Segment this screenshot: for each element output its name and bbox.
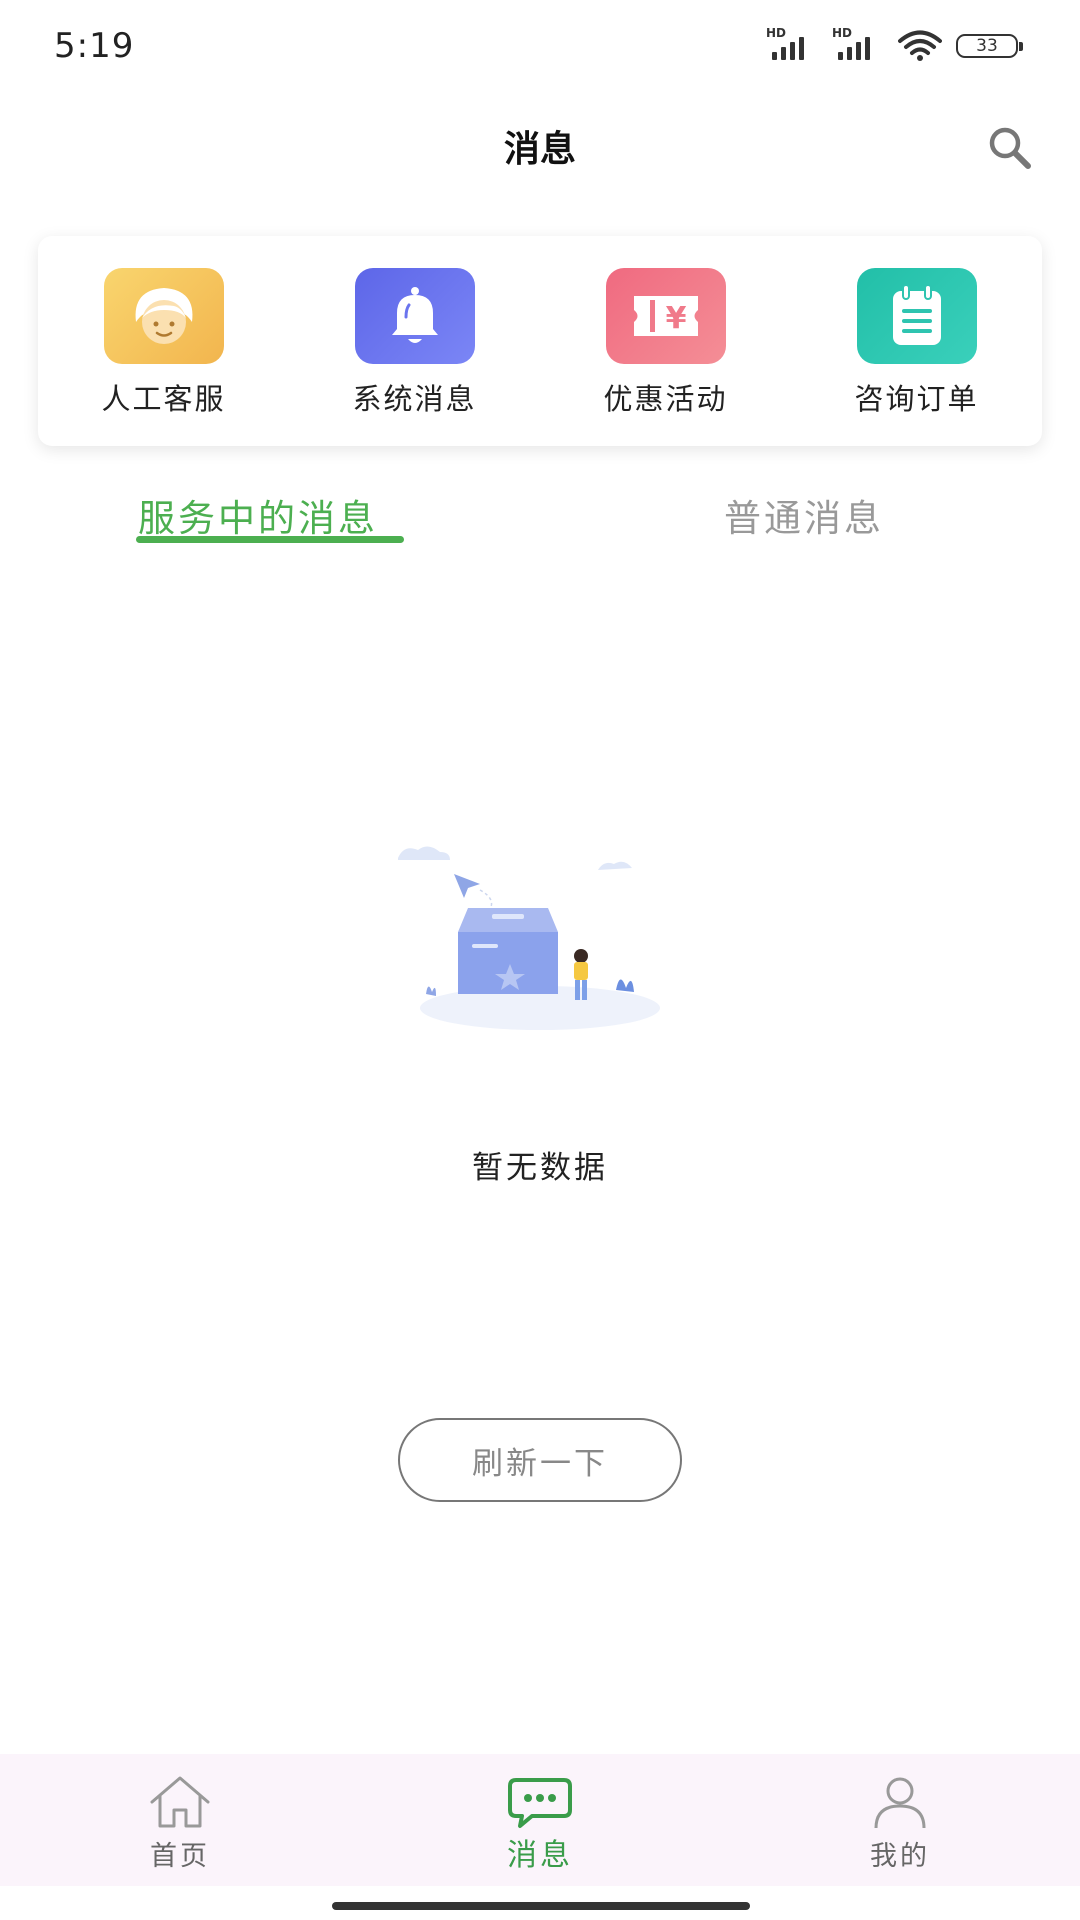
page-title: 消息: [503, 129, 576, 170]
shortcut-customer-service[interactable]: 人工客服: [38, 236, 289, 446]
shortcut-label: 咨询订单: [854, 382, 979, 416]
tab-general-messages[interactable]: 普通消息: [724, 488, 884, 542]
battery-level: 33: [976, 36, 998, 56]
header: 消息: [0, 100, 1080, 190]
empty-box-illustration: [398, 846, 660, 1030]
refresh-button[interactable]: 刷新一下: [398, 1418, 682, 1502]
status-bar: 5:19 HD HD 33: [0, 0, 1080, 100]
status-time: 5:19: [54, 26, 135, 66]
tab-in-service-messages[interactable]: 服务中的消息: [138, 488, 378, 542]
nav-item-home[interactable]: 首页: [0, 1754, 360, 1886]
shortcut-label: 优惠活动: [603, 382, 728, 416]
customer-service-icon: [103, 268, 224, 364]
home-indicator[interactable]: [332, 1902, 750, 1910]
nav-item-profile[interactable]: 我的: [720, 1754, 1080, 1886]
shortcut-promotions[interactable]: ¥ 优惠活动: [540, 236, 791, 446]
chat-bubble-icon: [508, 1778, 572, 1828]
shortcut-card: 人工客服 系统消息 ¥ 优惠活动 咨询订单: [38, 236, 1042, 446]
nav-label: 消息: [507, 1838, 573, 1873]
nav-label: 首页: [150, 1841, 210, 1872]
shortcut-label: 人工客服: [101, 382, 226, 416]
shortcut-consult-orders[interactable]: 咨询订单: [791, 236, 1042, 446]
wifi-icon: [898, 30, 942, 61]
search-button[interactable]: [980, 118, 1040, 178]
home-icon: [150, 1776, 210, 1828]
user-icon: [874, 1777, 926, 1829]
svg-text:¥: ¥: [665, 301, 686, 336]
tab-active-indicator: [136, 536, 404, 543]
coupon-icon: ¥: [605, 268, 726, 364]
nav-item-messages[interactable]: 消息: [360, 1754, 720, 1886]
bottom-nav: 首页 消息 我的: [0, 1754, 1080, 1886]
nav-label: 我的: [870, 1841, 930, 1872]
shortcut-label: 系统消息: [352, 382, 477, 416]
battery-icon: 33: [956, 34, 1023, 58]
bell-icon: [354, 268, 475, 364]
empty-state-text: 暂无数据: [472, 1150, 608, 1186]
search-icon: [989, 127, 1031, 169]
signal-icon: HD: [766, 26, 818, 62]
status-icons: HD HD 33: [766, 26, 1023, 62]
signal-icon: HD: [832, 26, 884, 62]
clipboard-icon: [856, 268, 977, 364]
shortcut-system-messages[interactable]: 系统消息: [289, 236, 540, 446]
